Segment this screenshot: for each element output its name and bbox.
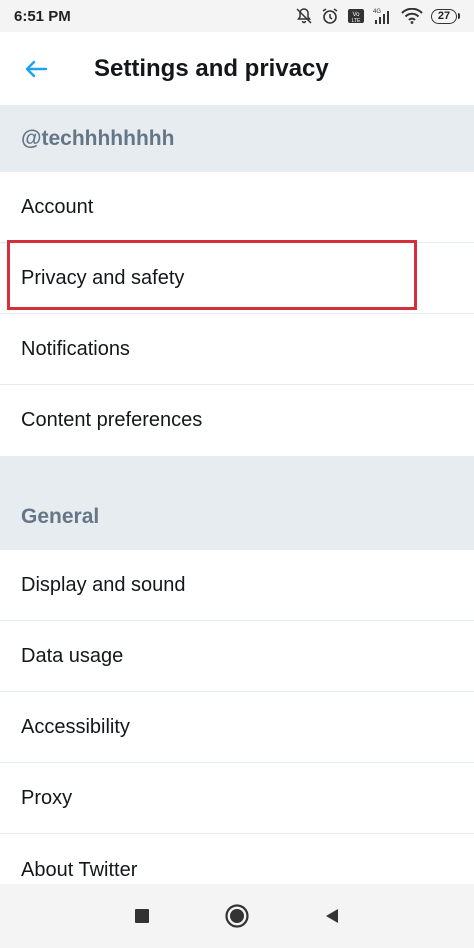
svg-text:4G: 4G <box>373 9 381 15</box>
battery-icon: 27 <box>431 8 460 24</box>
status-icons: Vo LTE 4G 27 <box>295 7 460 25</box>
settings-item-about-twitter[interactable]: About Twitter <box>0 834 474 884</box>
signal-icon: 4G <box>373 7 393 25</box>
section-header-username: @techhhhhhhh <box>0 106 474 172</box>
settings-item-label: Proxy <box>21 786 73 809</box>
settings-item-accessibility[interactable]: Accessibility <box>0 692 474 763</box>
recents-icon <box>135 909 150 923</box>
settings-item-label: About Twitter <box>21 859 138 881</box>
settings-item-proxy[interactable]: Proxy <box>0 763 474 834</box>
svg-text:LTE: LTE <box>352 18 361 24</box>
status-bar: 6:51 PM Vo LTE 4G 27 <box>0 0 474 32</box>
home-icon <box>225 904 249 928</box>
settings-item-label: Notifications <box>21 337 130 360</box>
mute-icon <box>295 7 313 25</box>
app-header: Settings and privacy <box>0 32 474 106</box>
battery-level: 27 <box>431 8 457 24</box>
settings-item-content-preferences[interactable]: Content preferences <box>0 385 474 456</box>
settings-item-label: Accessibility <box>21 715 130 738</box>
back-button[interactable] <box>16 49 56 89</box>
settings-item-label: Data usage <box>21 644 124 667</box>
settings-item-data-usage[interactable]: Data usage <box>0 621 474 692</box>
settings-item-label: Privacy and safety <box>21 266 185 289</box>
back-icon <box>325 909 338 923</box>
page-title: Settings and privacy <box>94 54 329 82</box>
nav-back-button[interactable] <box>308 892 356 940</box>
settings-item-label: Account <box>21 195 94 218</box>
back-arrow-icon <box>25 60 48 77</box>
status-time: 6:51 PM <box>14 7 71 25</box>
system-nav-bar <box>0 884 474 948</box>
volte-icon: Vo LTE <box>347 8 365 24</box>
section-header-general: General <box>0 456 474 550</box>
home-button[interactable] <box>213 892 261 940</box>
settings-item-display-and-sound[interactable]: Display and sound <box>0 550 474 621</box>
settings-item-label: Content preferences <box>21 409 203 431</box>
settings-item-label: Display and sound <box>21 573 186 596</box>
settings-item-privacy-and-safety[interactable]: Privacy and safety <box>0 243 474 314</box>
recents-button[interactable] <box>118 892 166 940</box>
settings-item-account[interactable]: Account <box>0 172 474 243</box>
alarm-icon <box>321 7 339 25</box>
settings-item-notifications[interactable]: Notifications <box>0 314 474 385</box>
wifi-icon <box>401 8 423 24</box>
